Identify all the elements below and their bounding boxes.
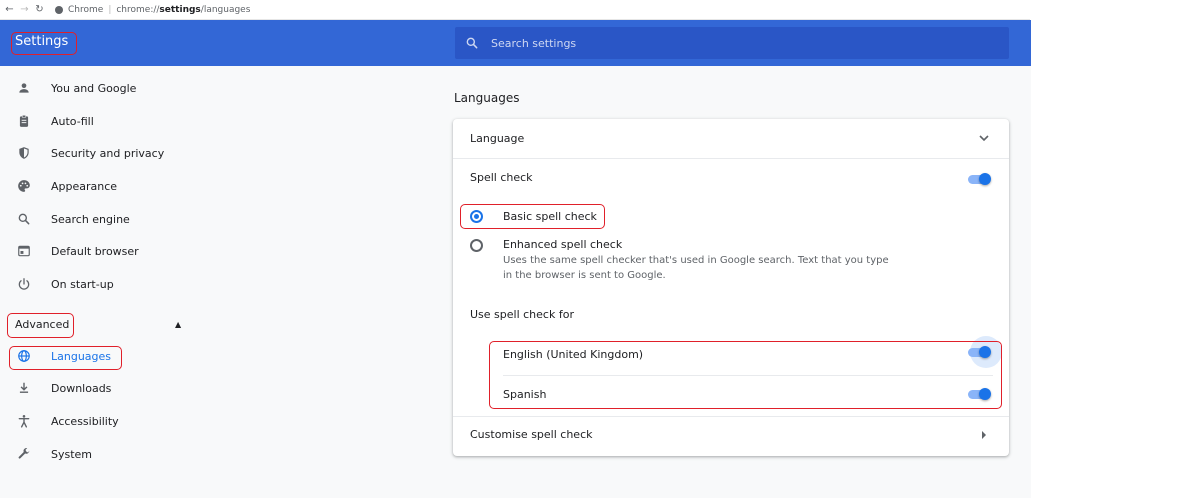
enhanced-spell-check-option[interactable]: Enhanced spell check Uses the same spell… (461, 234, 1001, 290)
highlight-languages (9, 346, 122, 370)
settings-window: ← → ↻ Chrome | chrome://settings/languag… (0, 0, 1200, 498)
accessibility-icon (17, 414, 31, 428)
sidebar-item-label: You and Google (51, 81, 137, 95)
url-prefix: chrome:// (116, 4, 160, 15)
site-label: Chrome (68, 4, 104, 15)
sidebar-item-appearance[interactable]: Appearance (0, 170, 300, 202)
clipboard-icon (17, 114, 31, 128)
power-icon (17, 277, 31, 291)
sidebar-item-accessibility[interactable]: Accessibility (0, 405, 300, 437)
section-title: Languages (454, 91, 520, 105)
sidebar-item-label: Downloads (51, 381, 112, 395)
enhanced-description-line2: in the browser is sent to Google. (503, 270, 666, 281)
customise-spell-check-label: Customise spell check (470, 428, 593, 441)
person-icon (17, 81, 31, 95)
enhanced-spell-check-label: Enhanced spell check (503, 238, 623, 251)
search-icon (466, 37, 478, 49)
sidebar-item-search-engine[interactable]: Search engine (0, 203, 300, 235)
search-settings-field[interactable]: Search settings (455, 27, 1009, 59)
toggle-knob (979, 173, 991, 185)
address-bar: ← → ↻ Chrome | chrome://settings/languag… (0, 0, 1030, 20)
reload-icon[interactable]: ↻ (32, 4, 47, 15)
caret-right-icon (982, 431, 986, 439)
caret-up-icon: ▲ (175, 319, 182, 329)
sidebar-item-autofill[interactable]: Auto-fill (0, 105, 300, 137)
enhanced-spell-check-radio[interactable] (470, 239, 483, 252)
download-icon (17, 381, 31, 395)
spell-check-toggle[interactable] (966, 171, 992, 187)
sidebar-item-label: Appearance (51, 179, 118, 193)
search-input[interactable]: Search settings (491, 37, 576, 50)
settings-header: Settings Search settings (0, 20, 1031, 66)
enhanced-description-line1: Uses the same spell checker that's used … (503, 255, 889, 266)
sidebar-item-security-and-privacy[interactable]: Security and privacy (0, 137, 300, 169)
use-spell-check-for-label: Use spell check for (470, 308, 574, 321)
highlight-basic-spell-check (460, 204, 605, 229)
search-icon (17, 212, 31, 226)
forward-arrow-icon[interactable]: → (17, 4, 32, 15)
url-bold: settings (159, 4, 201, 15)
highlight-settings-title (11, 32, 77, 55)
sidebar-item-default-browser[interactable]: Default browser (0, 235, 300, 267)
customise-spell-check-row[interactable]: Customise spell check (453, 417, 1009, 453)
divider (453, 158, 1009, 159)
sidebar-item-label: Default browser (51, 244, 139, 258)
browser-window-icon (17, 244, 31, 258)
highlight-language-list (489, 341, 1002, 409)
sidebar-item-label: System (51, 447, 93, 461)
back-arrow-icon[interactable]: ← (2, 4, 17, 15)
sidebar-item-system[interactable]: System (0, 438, 300, 470)
sidebar-item-label: On start-up (51, 277, 114, 291)
palette-icon (17, 179, 31, 193)
language-row-label: Language (470, 132, 525, 145)
url-suffix: /languages (200, 4, 251, 15)
url-separator: | (108, 4, 112, 15)
sidebar-item-downloads[interactable]: Downloads (0, 372, 300, 404)
chevron-down-icon (979, 135, 989, 142)
shield-icon (17, 146, 31, 160)
sidebar-item-on-start-up[interactable]: On start-up (0, 268, 300, 300)
sidebar-item-label: Security and privacy (51, 146, 165, 160)
language-row[interactable]: Language (453, 119, 1009, 158)
blank-area (1031, 0, 1200, 498)
url-text[interactable]: chrome://settings/languages (116, 5, 250, 15)
sidebar-item-label: Auto-fill (51, 114, 94, 128)
site-info-icon[interactable] (55, 5, 63, 14)
sidebar-item-label: Accessibility (51, 414, 119, 428)
spell-check-label: Spell check (470, 171, 533, 184)
wrench-icon (17, 447, 31, 461)
sidebar-item-label: Search engine (51, 212, 130, 226)
highlight-advanced (7, 313, 74, 338)
sidebar-item-you-and-google[interactable]: You and Google (0, 72, 300, 104)
